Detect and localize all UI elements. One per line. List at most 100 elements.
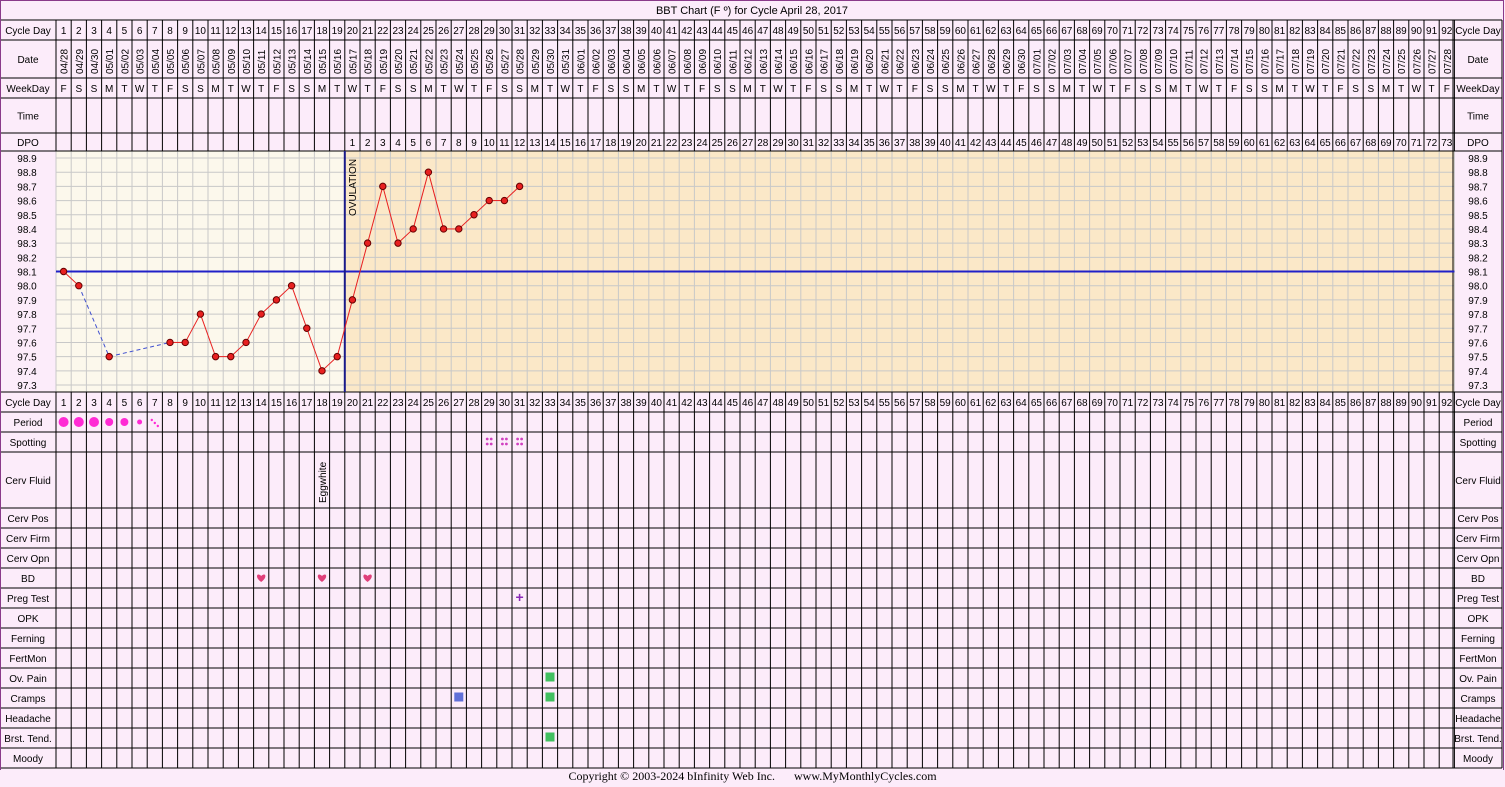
- dpo-number: 70: [1396, 138, 1408, 149]
- weekday-label: M: [424, 84, 432, 95]
- period-dot: [89, 417, 99, 427]
- row-label-cerv_pos: Cerv Pos: [7, 514, 48, 525]
- weekday-label: T: [1398, 84, 1404, 95]
- date-label: 05/25: [470, 49, 481, 74]
- spotting-dot: [516, 442, 519, 446]
- date-label: 07/15: [1245, 49, 1256, 74]
- cycle-day-number-bottom: 41: [666, 398, 678, 409]
- cycle-day-number-bottom: 32: [529, 398, 541, 409]
- cycle-day-number-bottom: 76: [1198, 398, 1210, 409]
- row-label-right-ov_pain: Ov. Pain: [1459, 674, 1497, 685]
- cycle-day-number-bottom: 37: [605, 398, 617, 409]
- weekday-label: F: [1444, 84, 1450, 95]
- weekday-label: W: [773, 84, 783, 95]
- preg-test-positive: +: [516, 589, 524, 605]
- cycle-day-number-bottom: 40: [651, 398, 663, 409]
- dpo-number: 5: [410, 138, 416, 149]
- date-label: 05/28: [516, 49, 527, 74]
- row-label-right-cerv_firm: Cerv Firm: [1456, 534, 1500, 545]
- row-label-headache: Headache: [5, 714, 51, 725]
- cycle-day-number-bottom: 44: [712, 398, 724, 409]
- cycle-day-number-bottom: 61: [970, 398, 982, 409]
- temp-point: [59, 267, 68, 276]
- cycle-day-number: 57: [909, 26, 921, 37]
- date-label: 05/15: [318, 49, 329, 74]
- date-label: 07/25: [1397, 49, 1408, 74]
- weekday-label: S: [714, 84, 721, 95]
- date-label: 06/15: [789, 49, 800, 74]
- cycle-day-number: 32: [529, 26, 541, 37]
- dpo-number: 57: [1198, 138, 1210, 149]
- weekday-label: F: [380, 84, 386, 95]
- row-label-right-time: Time: [1467, 112, 1489, 123]
- weekday-label: S: [1367, 84, 1374, 95]
- cycle-day-number-bottom: 42: [681, 398, 693, 409]
- date-label: 06/05: [637, 49, 648, 74]
- weekday-label: T: [334, 84, 340, 95]
- date-label: 05/06: [181, 49, 192, 74]
- cycle-day-number: 46: [742, 26, 754, 37]
- row-label-right-bd: BD: [1471, 574, 1485, 585]
- cycle-day-number-bottom: 33: [544, 398, 556, 409]
- temp-tick-right: 98.6: [1468, 197, 1488, 208]
- dpo-number: 21: [651, 138, 663, 149]
- cycle-day-number-bottom: 30: [499, 398, 511, 409]
- temp-tick-left: 97.5: [17, 353, 37, 364]
- cycle-day-number: 67: [1061, 26, 1073, 37]
- temp-point: [196, 310, 205, 318]
- cycle-day-number-bottom: 13: [240, 398, 252, 409]
- temp-tick-left: 98.0: [17, 282, 37, 293]
- cycle-day-number-bottom: 73: [1152, 398, 1164, 409]
- row-label-cycle_day: Cycle Day: [5, 398, 51, 409]
- date-label: 06/13: [759, 49, 770, 74]
- dpo-number: 67: [1350, 138, 1362, 149]
- temp-tick-left: 97.9: [17, 296, 37, 307]
- weekday-label: T: [866, 84, 872, 95]
- temp-point: [363, 239, 372, 247]
- dpo-number: 14: [544, 138, 556, 149]
- weekday-label: T: [121, 84, 127, 95]
- cycle-day-number-bottom: 38: [620, 398, 632, 409]
- dpo-number: 15: [560, 138, 572, 149]
- cycle-day-number: 68: [1076, 26, 1088, 37]
- cycle-day-number-bottom: 86: [1350, 398, 1362, 409]
- weekday-label: T: [684, 84, 690, 95]
- cycle-day-number-bottom: 45: [727, 398, 739, 409]
- cycle-day-number: 86: [1350, 26, 1362, 37]
- weekday-label: S: [820, 84, 827, 95]
- site-link[interactable]: www.MyMonthlyCycles.com: [794, 769, 937, 783]
- temp-tick-right: 97.9: [1468, 296, 1488, 307]
- cycle-day-number: 58: [924, 26, 936, 37]
- cycle-day-number: 76: [1198, 26, 1210, 37]
- cycle-day-number: 73: [1152, 26, 1164, 37]
- dpo-number: 60: [1244, 138, 1256, 149]
- dpo-number: 34: [848, 138, 860, 149]
- cycle-day-number: 39: [636, 26, 648, 37]
- cycle-day-number-bottom: 46: [742, 398, 754, 409]
- dpo-number: 23: [681, 138, 693, 149]
- cycle-day-number-bottom: 23: [392, 398, 404, 409]
- dpo-number: 24: [696, 138, 708, 149]
- cycle-day-number-bottom: 59: [940, 398, 952, 409]
- cycle-day-number-bottom: 65: [1031, 398, 1043, 409]
- date-label: 07/11: [1184, 49, 1195, 74]
- date-label: 05/11: [257, 49, 268, 74]
- cycle-day-number: 61: [970, 26, 982, 37]
- cycle-day-number-bottom: 8: [167, 398, 173, 409]
- dpo-number: 42: [970, 138, 982, 149]
- row-label-spotting: Spotting: [10, 438, 47, 449]
- weekday-label: S: [182, 84, 189, 95]
- weekday-label: S: [197, 84, 204, 95]
- cycle-day-number: 78: [1228, 26, 1240, 37]
- weekday-label: M: [850, 84, 858, 95]
- cycle-day-number: 89: [1396, 26, 1408, 37]
- cycle-day-number-bottom: 82: [1289, 398, 1301, 409]
- weekday-label: T: [1079, 84, 1085, 95]
- cycle-day-number: 9: [182, 26, 188, 37]
- brst-tend-mark: [545, 732, 555, 742]
- temp-tick-right: 97.8: [1468, 310, 1488, 321]
- cycle-day-number: 29: [484, 26, 496, 37]
- cycle-day-number: 13: [240, 26, 252, 37]
- cycle-day-number: 50: [803, 26, 815, 37]
- cycle-day-number: 84: [1320, 26, 1332, 37]
